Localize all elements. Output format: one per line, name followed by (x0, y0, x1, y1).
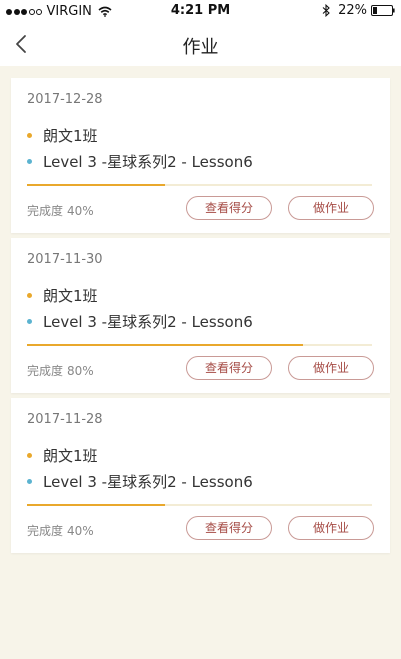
bullet-icon (27, 133, 32, 138)
assignment-date: 2017-11-30 (27, 252, 103, 267)
class-name: 朗文1班 (43, 127, 98, 145)
page-title: 作业 (182, 37, 219, 58)
lesson-row: Level 3 -星球系列2 - Lesson6 (27, 311, 253, 332)
completion-label: 完成度 80% (27, 362, 94, 379)
progress-bar (27, 504, 372, 506)
progress-bar (27, 344, 372, 346)
bullet-icon (27, 319, 32, 324)
nav-bar: 作业 (0, 22, 401, 66)
battery-percent: 22% (338, 3, 367, 18)
lesson-name: Level 3 -星球系列2 - Lesson6 (43, 153, 253, 171)
do-homework-button[interactable]: 做作业 (288, 356, 374, 380)
view-score-button[interactable]: 查看得分 (186, 356, 272, 380)
view-score-button[interactable]: 查看得分 (186, 196, 272, 220)
completion-text: 完成度 (27, 524, 64, 538)
lesson-row: Level 3 -星球系列2 - Lesson6 (27, 471, 253, 492)
battery-icon (371, 5, 395, 16)
lesson-name: Level 3 -星球系列2 - Lesson6 (43, 313, 253, 331)
do-homework-button[interactable]: 做作业 (288, 516, 374, 540)
class-name: 朗文1班 (43, 287, 98, 305)
completion-label: 完成度 40% (27, 202, 94, 219)
bullet-icon (27, 479, 32, 484)
status-bar: VIRGIN 4:21 PM 22% (0, 0, 401, 22)
assignment-date: 2017-12-28 (27, 92, 103, 107)
assignment-list: 2017-12-28 朗文1班 Level 3 -星球系列2 - Lesson6… (11, 78, 390, 558)
progress-fill (27, 504, 165, 506)
class-name: 朗文1班 (43, 447, 98, 465)
assignment-card: 2017-12-28 朗文1班 Level 3 -星球系列2 - Lesson6… (11, 78, 390, 233)
bullet-icon (27, 453, 32, 458)
progress-fill (27, 184, 165, 186)
assignment-card: 2017-11-28 朗文1班 Level 3 -星球系列2 - Lesson6… (11, 398, 390, 553)
bullet-icon (27, 293, 32, 298)
completion-percent: 80% (67, 364, 94, 378)
progress-bar (27, 184, 372, 186)
bullet-icon (27, 159, 32, 164)
assignment-card: 2017-11-30 朗文1班 Level 3 -星球系列2 - Lesson6… (11, 238, 390, 393)
completion-percent: 40% (67, 524, 94, 538)
class-row: 朗文1班 (27, 285, 98, 306)
status-right: 22% (322, 3, 395, 18)
class-row: 朗文1班 (27, 445, 98, 466)
lesson-row: Level 3 -星球系列2 - Lesson6 (27, 151, 253, 172)
completion-text: 完成度 (27, 204, 64, 218)
completion-text: 完成度 (27, 364, 64, 378)
completion-label: 完成度 40% (27, 522, 94, 539)
lesson-name: Level 3 -星球系列2 - Lesson6 (43, 473, 253, 491)
completion-percent: 40% (67, 204, 94, 218)
assignment-date: 2017-11-28 (27, 412, 103, 427)
bluetooth-icon (322, 4, 330, 17)
progress-fill (27, 344, 303, 346)
view-score-button[interactable]: 查看得分 (186, 516, 272, 540)
do-homework-button[interactable]: 做作业 (288, 196, 374, 220)
class-row: 朗文1班 (27, 125, 98, 146)
